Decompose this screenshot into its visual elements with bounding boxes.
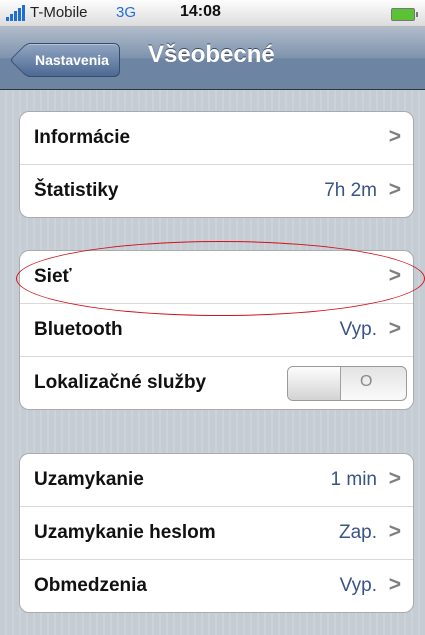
carrier-name: T-Mobile bbox=[30, 4, 88, 21]
toggle-off-label: O bbox=[360, 373, 373, 390]
row-label: Uzamykanie heslom bbox=[34, 522, 216, 543]
chevron-right-icon: > bbox=[388, 573, 401, 596]
battery-icon bbox=[391, 8, 418, 21]
page-title: Všeobecné bbox=[148, 41, 275, 68]
toggle-knob[interactable] bbox=[288, 367, 341, 400]
settings-screen: T-Mobile 3G 14:08 Nastavenia Všeobecné I… bbox=[0, 0, 425, 635]
chevron-right-icon: > bbox=[388, 520, 401, 543]
row-value: Zap. bbox=[338, 522, 377, 543]
navigation-bar: Nastavenia Všeobecné bbox=[0, 27, 425, 90]
network-type: 3G bbox=[116, 4, 137, 21]
status-bar: T-Mobile 3G 14:08 bbox=[0, 0, 425, 27]
settings-row-siet[interactable]: Sieť > bbox=[20, 251, 413, 303]
row-label: Štatistiky bbox=[34, 180, 119, 201]
status-time: 14:08 bbox=[180, 3, 221, 20]
chevron-right-icon: > bbox=[388, 467, 401, 490]
row-label: Uzamykanie bbox=[34, 469, 144, 490]
settings-row-obmedzenia[interactable]: Obmedzenia Vyp. > bbox=[20, 559, 413, 612]
settings-row-uzamykanie-heslom[interactable]: Uzamykanie heslom Zap. > bbox=[20, 506, 413, 559]
row-value: Vyp. bbox=[339, 575, 377, 596]
row-value: 1 min bbox=[330, 469, 377, 490]
settings-group-connectivity: Sieť > Bluetooth Vyp. > Lokalizačné služ… bbox=[19, 250, 414, 410]
signal-strength-icon bbox=[6, 5, 28, 21]
chevron-right-icon: > bbox=[388, 264, 401, 287]
back-button-label: Nastavenia bbox=[35, 52, 109, 68]
settings-row-lokalizacne-sluzby: Lokalizačné služby O bbox=[20, 356, 413, 409]
row-label: Bluetooth bbox=[34, 319, 123, 340]
row-label: Lokalizačné služby bbox=[34, 372, 207, 393]
row-value: 7h 2m bbox=[324, 180, 377, 201]
settings-row-bluetooth[interactable]: Bluetooth Vyp. > bbox=[20, 303, 413, 356]
settings-group-general-info: Informácie > Štatistiky 7h 2m > bbox=[19, 111, 414, 218]
location-services-toggle[interactable]: O bbox=[287, 366, 407, 401]
settings-group-security: Uzamykanie 1 min > Uzamykanie heslom Zap… bbox=[19, 453, 414, 613]
row-label: Informácie bbox=[34, 127, 131, 148]
settings-row-informacie[interactable]: Informácie > bbox=[20, 112, 413, 164]
row-label: Sieť bbox=[34, 266, 72, 287]
chevron-right-icon: > bbox=[388, 125, 401, 148]
back-button[interactable]: Nastavenia bbox=[24, 43, 120, 77]
chevron-right-icon: > bbox=[388, 317, 401, 340]
row-label: Obmedzenia bbox=[34, 575, 147, 596]
row-value: Vyp. bbox=[339, 319, 377, 340]
settings-row-uzamykanie[interactable]: Uzamykanie 1 min > bbox=[20, 454, 413, 506]
chevron-right-icon: > bbox=[388, 178, 401, 201]
settings-row-statistiky[interactable]: Štatistiky 7h 2m > bbox=[20, 164, 413, 217]
